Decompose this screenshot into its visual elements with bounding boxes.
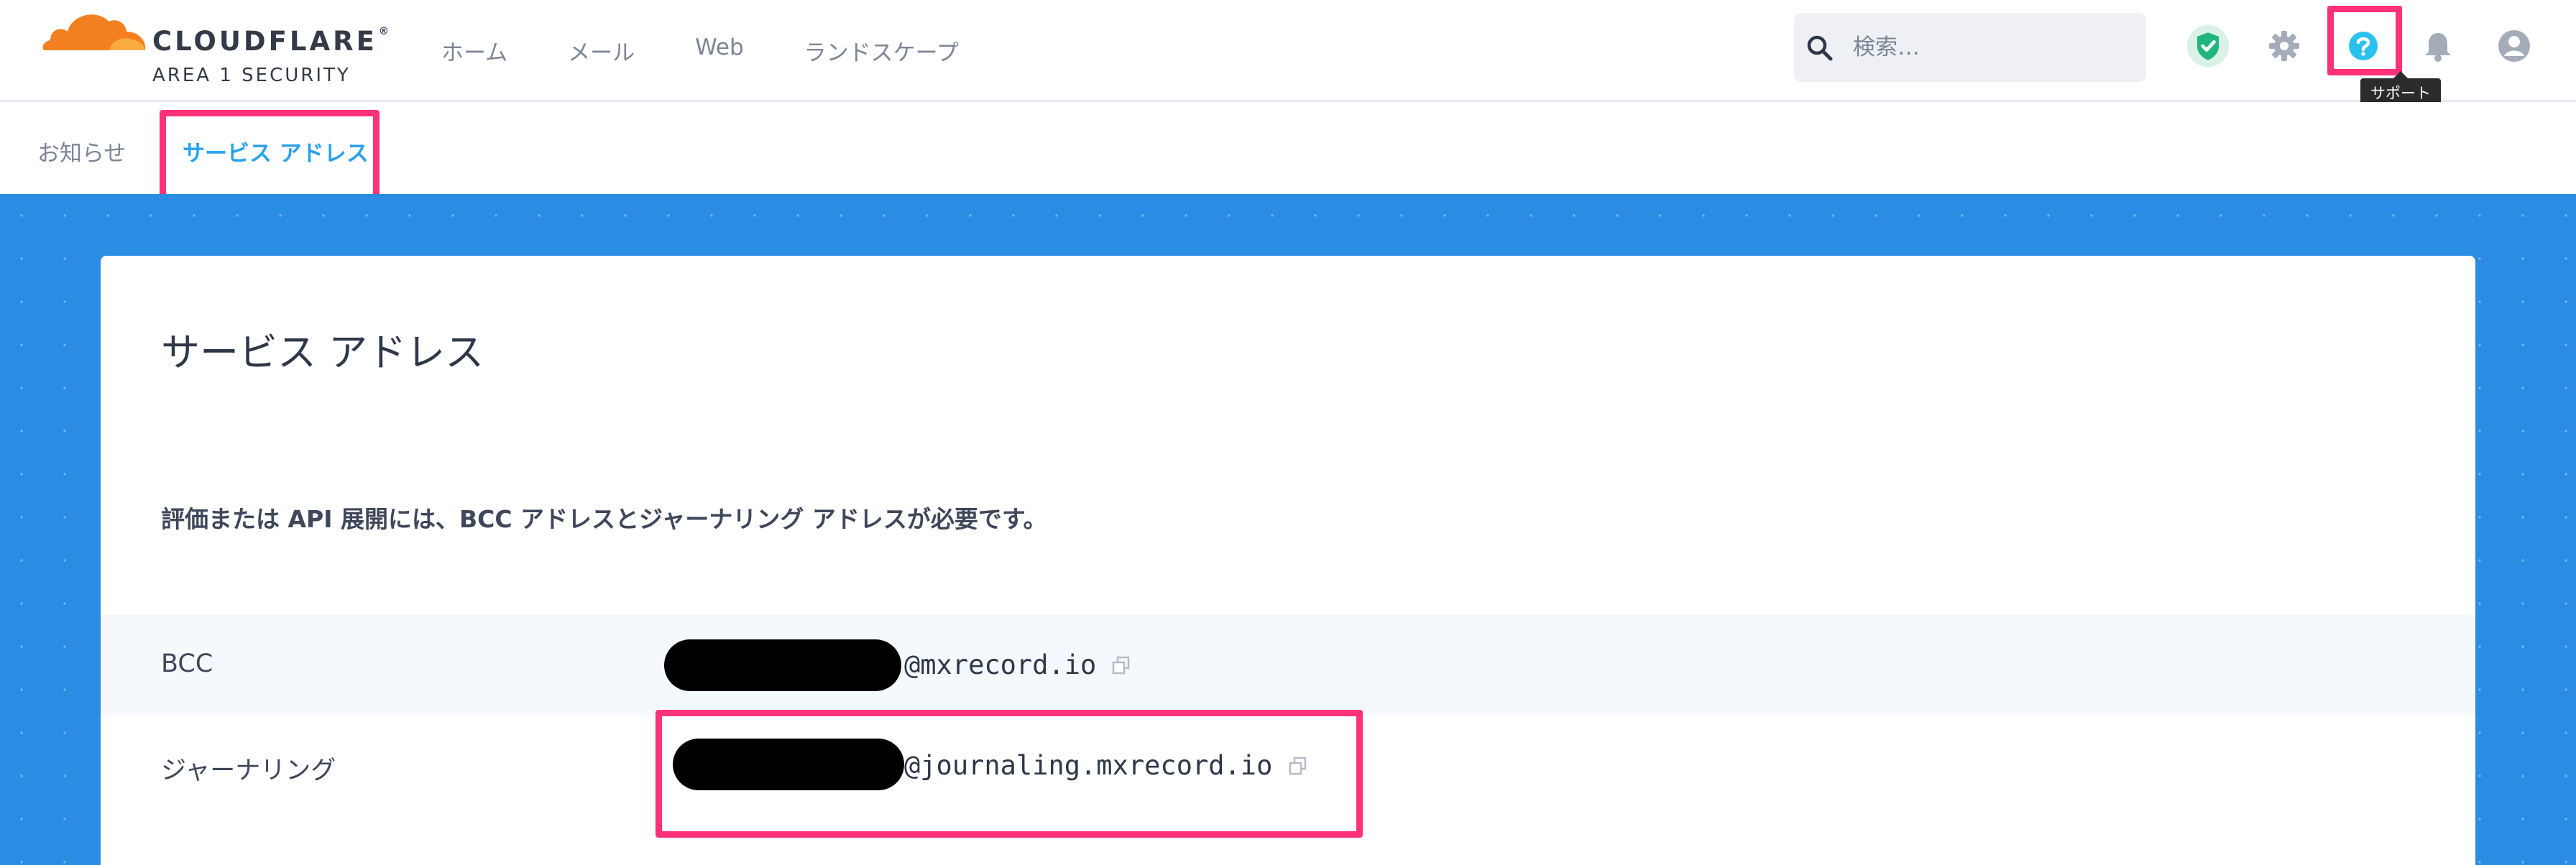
- search-icon: [1807, 35, 1833, 61]
- main-nav: ホーム メール Web ランドスケープ: [441, 34, 1019, 67]
- top-header: CLOUDFLARE ® AREA 1 SECURITY ホーム メール Web …: [0, 0, 2576, 102]
- nav-item-home[interactable]: ホーム: [441, 34, 507, 67]
- search-input[interactable]: [1852, 29, 2135, 66]
- page-description: 評価または API 展開には、BCC アドレスとジャーナリング アドレスが必要で…: [161, 505, 1047, 533]
- product-name: AREA 1 SECURITY: [152, 65, 351, 86]
- user-menu-button[interactable]: [2493, 24, 2536, 68]
- brand-name: CLOUDFLARE ®: [152, 26, 389, 57]
- journaling-label: ジャーナリング: [161, 757, 336, 785]
- bcc-address-domain: @mxrecord.io: [904, 649, 1097, 680]
- notifications-button[interactable]: [2416, 24, 2460, 68]
- trademark-symbol: ®: [378, 26, 389, 37]
- tab-notices[interactable]: お知らせ: [37, 135, 126, 167]
- redacted-bcc-username: [664, 639, 901, 691]
- search-box[interactable]: [1794, 13, 2146, 82]
- nav-item-email[interactable]: メール: [568, 34, 635, 67]
- nav-item-landscape[interactable]: ランドスケープ: [804, 34, 959, 67]
- sub-nav: お知らせ サービス アドレス: [0, 102, 2576, 194]
- cloudflare-logo[interactable]: CLOUDFLARE ® AREA 1 SECURITY: [40, 4, 389, 87]
- settings-button[interactable]: [2263, 24, 2306, 68]
- bell-icon: [2425, 33, 2451, 62]
- copy-icon[interactable]: [1111, 655, 1131, 675]
- shield-check-icon: [2186, 24, 2230, 68]
- address-row-bcc: BCC @mxrecord.io: [101, 615, 2475, 716]
- gear-icon: [2269, 31, 2299, 61]
- bcc-label: BCC: [161, 649, 213, 678]
- support-highlight-box: [2327, 6, 2402, 75]
- journaling-highlight-box: [656, 710, 1363, 838]
- nav-item-web[interactable]: Web: [695, 34, 744, 67]
- page-title: サービス アドレス: [161, 330, 484, 375]
- cloud-logo-icon: [42, 14, 146, 50]
- user-icon: [2498, 30, 2530, 62]
- tab-highlight-box: [160, 110, 380, 200]
- security-status-button[interactable]: [2186, 24, 2230, 68]
